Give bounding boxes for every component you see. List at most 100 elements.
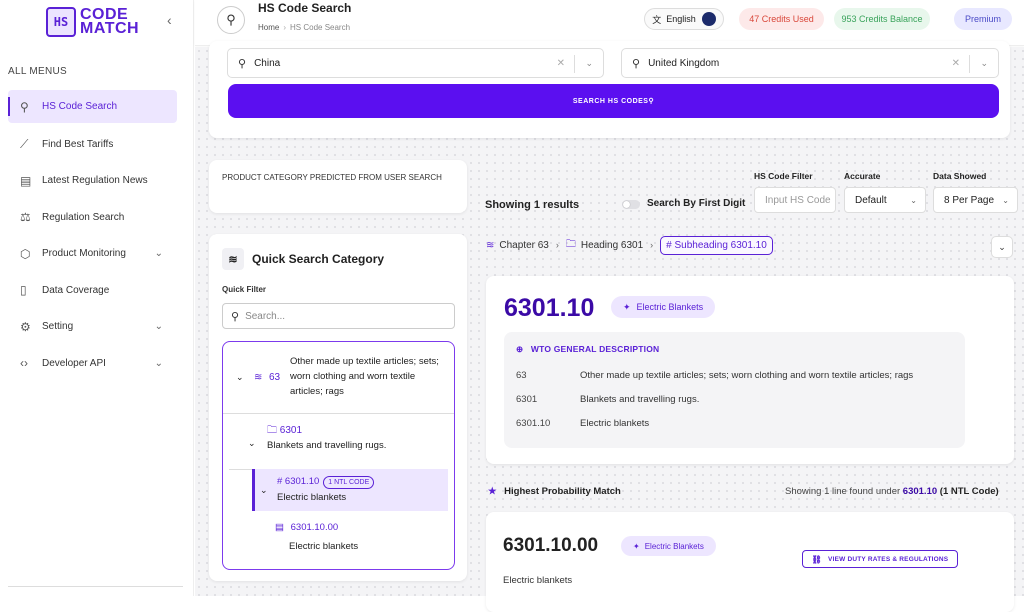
sidebar-item-label: Latest Regulation News bbox=[42, 175, 148, 187]
collapse-sidebar-icon[interactable]: ‹ bbox=[167, 12, 172, 28]
sidebar-item-product-monitoring[interactable]: ⬡ Product Monitoring ⌄ bbox=[8, 236, 177, 273]
predicted-category-label: PRODUCT CATEGORY PREDICTED FROM USER SEA… bbox=[222, 173, 442, 182]
search-icon: ⚲ bbox=[238, 57, 247, 70]
clear-icon[interactable]: ✕ bbox=[557, 58, 565, 69]
sidebar-item-label: Product Monitoring bbox=[42, 248, 126, 260]
link-icon: ⛓ bbox=[811, 554, 823, 564]
sidebar-item-label: Setting bbox=[42, 321, 74, 333]
results-count: Showing 1 results bbox=[485, 199, 580, 211]
breadcrumb: Home › HS Code Search bbox=[258, 23, 350, 32]
chevron-down-icon: ⌄ bbox=[154, 357, 163, 369]
tree-subheading-code: # 6301.10 bbox=[277, 476, 320, 487]
wto-row-code: 6301.10 bbox=[516, 418, 551, 429]
chevron-down-icon[interactable]: ⌄ bbox=[980, 58, 988, 69]
sidebar-item-label: Find Best Tariffs bbox=[42, 138, 114, 150]
logo-line2: MATCH bbox=[80, 20, 140, 37]
sidebar-item-label: Data Coverage bbox=[42, 284, 110, 296]
credits-used-badge: 47 Credits Used bbox=[739, 8, 824, 30]
first-digit-label: Search By First Digit bbox=[647, 198, 746, 209]
hs-filter-placeholder: Input HS Code bbox=[765, 194, 831, 206]
globe-icon: ⊕ bbox=[516, 344, 524, 354]
quick-filter-input[interactable]: ⚲ Search... bbox=[222, 303, 455, 329]
chevron-right-icon: › bbox=[650, 240, 654, 250]
chevron-right-icon: › bbox=[283, 23, 287, 32]
view-duty-rates-button[interactable]: ⛓ VIEW DUTY RATES & REGULATIONS bbox=[802, 550, 958, 568]
crumb-subheading[interactable]: # Subheading 6301.10 bbox=[660, 235, 773, 255]
sidebar-item-developer-api[interactable]: ‹› Developer API ⌄ bbox=[8, 345, 177, 382]
data-showed-select[interactable]: 8 Per Page ⌄ bbox=[933, 187, 1018, 213]
chevron-down-icon[interactable]: ⌄ bbox=[248, 436, 256, 451]
sidebar-item-latest-regulation-news[interactable]: ▤ Latest Regulation News bbox=[8, 163, 177, 200]
layers-icon: ≋ bbox=[486, 239, 495, 251]
wto-row-desc: Blankets and travelling rugs. bbox=[580, 394, 700, 405]
sidebar-item-find-best-tariffs[interactable]: ⟋ Find Best Tariffs bbox=[8, 126, 177, 163]
tree-chapter[interactable]: ⌄ ≋ 63 Other made up textile articles; s… bbox=[223, 342, 454, 414]
tree-chapter-desc: Other made up textile articles; sets; wo… bbox=[290, 356, 439, 397]
first-digit-toggle[interactable] bbox=[622, 200, 640, 209]
match-tag-label: Electric Blankets bbox=[644, 541, 704, 551]
quick-filter-label: Quick Filter bbox=[222, 285, 267, 294]
from-country-value: China bbox=[254, 57, 281, 69]
sidebar-item-setting[interactable]: ⚙ Setting ⌄ bbox=[8, 309, 177, 346]
tree-ntl-code[interactable]: ▤ 6301.10.00 Electric blankets bbox=[275, 520, 445, 562]
tree-chapter-code: 63 bbox=[269, 372, 281, 383]
data-showed-value: 8 Per Page bbox=[944, 194, 995, 206]
match-info-suffix: (1 NTL Code) bbox=[939, 486, 999, 497]
premium-badge[interactable]: Premium bbox=[954, 8, 1012, 30]
crumb-heading[interactable]: Heading 6301 bbox=[581, 240, 643, 251]
crumb-chapter[interactable]: Chapter 63 bbox=[499, 240, 548, 251]
wto-description-box: ⊕ WTO GENERAL DESCRIPTION 63 Other made u… bbox=[504, 332, 965, 448]
chevron-down-icon[interactable]: ⌄ bbox=[585, 58, 593, 69]
accurate-label: Accurate bbox=[844, 171, 881, 181]
search-icon[interactable]: ⚲ bbox=[217, 6, 245, 34]
hs-code-filter-input[interactable]: Input HS Code bbox=[754, 187, 836, 213]
wto-header: WTO GENERAL DESCRIPTION bbox=[530, 344, 660, 354]
highest-probability-title: ★ Highest Probability Match bbox=[488, 486, 621, 497]
hs-detail-card: 6301.10 ✦ Electric Blankets ⊕ WTO GENERA… bbox=[486, 276, 1014, 464]
breadcrumb-current: HS Code Search bbox=[290, 23, 351, 32]
accurate-select[interactable]: Default ⌄ bbox=[844, 187, 926, 213]
uk-flag-icon bbox=[701, 12, 716, 26]
search-button-label: SEARCH HS CODES bbox=[572, 97, 649, 105]
sidebar-item-label: Developer API bbox=[42, 357, 106, 369]
wto-row-code: 6301 bbox=[516, 394, 538, 405]
sidebar-item-regulation-search[interactable]: ⚖ Regulation Search bbox=[8, 199, 177, 236]
trend-icon: ⟋ bbox=[20, 136, 29, 151]
match-info-code: 6301.10 bbox=[902, 486, 938, 497]
language-selector[interactable]: 文 English bbox=[644, 8, 724, 30]
tree-subheading[interactable]: ⌄ # 6301.10 1 NTL CODE Electric blankets bbox=[252, 469, 448, 511]
chevron-down-icon: ⌄ bbox=[154, 248, 163, 260]
data-showed-label: Data Showed bbox=[933, 171, 987, 181]
folder-icon: 🗀 bbox=[565, 238, 576, 250]
sidebar-item-label: Regulation Search bbox=[42, 211, 125, 223]
wto-row-desc: Electric blankets bbox=[580, 418, 650, 429]
folder-icon: 🗀 bbox=[267, 425, 277, 436]
search-hs-codes-button[interactable]: SEARCH HS CODES ⚲ bbox=[228, 84, 999, 118]
layers-icon: ≋ bbox=[222, 248, 244, 270]
hs-code-title: 6301.10 bbox=[504, 294, 595, 322]
to-country-select[interactable]: ⚲ United Kingdom ✕ ⌄ bbox=[621, 48, 999, 78]
breadcrumb-home[interactable]: Home bbox=[258, 23, 279, 32]
tree-heading[interactable]: ⌄ 🗀 6301 Blankets and travelling rugs. bbox=[229, 414, 448, 470]
menu-header: ALL MENUS bbox=[8, 66, 68, 77]
chevron-down-icon[interactable]: ⌄ bbox=[260, 483, 268, 498]
category-tag-label: Electric Blankets bbox=[636, 302, 704, 312]
main-content: ⚲ China ✕ ⌄ ⚲ United Kingdom ✕ ⌄ SEARCH … bbox=[195, 41, 1024, 612]
code-icon: ‹› bbox=[20, 356, 28, 371]
expand-button[interactable]: ⌄ bbox=[991, 236, 1013, 258]
tree-ntl-desc: Electric blankets bbox=[289, 541, 359, 552]
sidebar-item-data-coverage[interactable]: ▯ Data Coverage bbox=[8, 272, 177, 309]
chevron-down-icon[interactable]: ⌄ bbox=[236, 370, 244, 385]
logo[interactable]: HS CODE MATCH bbox=[46, 7, 139, 37]
chevron-right-icon: › bbox=[555, 240, 559, 250]
sidebar-item-hs-code-search[interactable]: ⚲ HS Code Search bbox=[8, 90, 177, 123]
clear-icon[interactable]: ✕ bbox=[952, 58, 960, 69]
results-filters: Showing 1 results Search By First Digit … bbox=[485, 170, 1024, 215]
star-icon: ★ bbox=[488, 486, 497, 497]
layers-icon: ≋ bbox=[254, 372, 263, 383]
wto-row: 6301.10 Electric blankets bbox=[516, 418, 649, 429]
news-icon: ▤ bbox=[20, 173, 32, 188]
tree-ntl-code-value: 6301.10.00 bbox=[290, 522, 339, 533]
from-country-select[interactable]: ⚲ China ✕ ⌄ bbox=[227, 48, 604, 78]
wto-row-code: 63 bbox=[516, 370, 527, 381]
